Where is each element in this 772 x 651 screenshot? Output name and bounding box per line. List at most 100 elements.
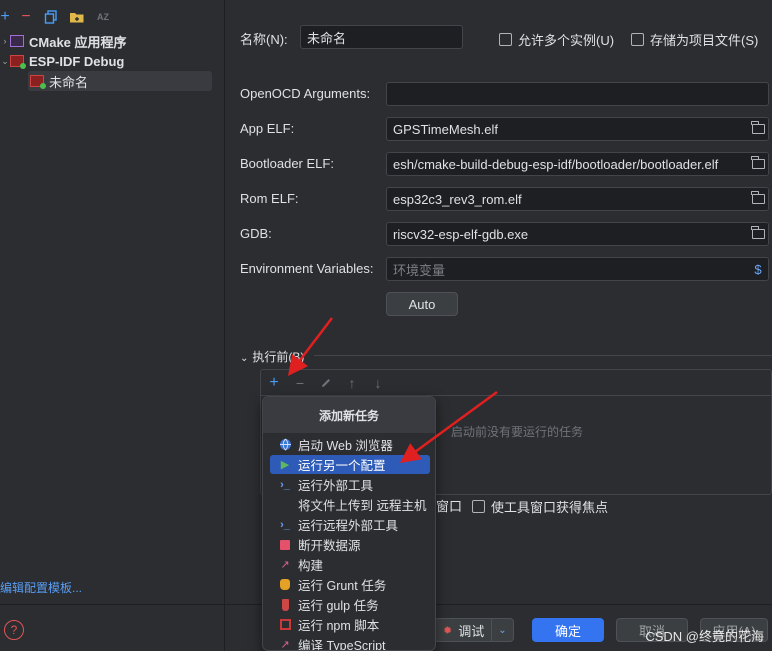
watermark: CSDN @终竟的花海 (645, 629, 764, 644)
ok-button[interactable]: 确定 (532, 618, 604, 642)
tree-item-label: 未命名 (49, 74, 89, 90)
env-vars-placeholder: 环境变量 (393, 262, 446, 278)
add-task-popup: 添加新任务 启动 Web 浏览器 ▶ 运行另一个配置 ›_ 运行外部工具 将文件… (262, 396, 436, 651)
esp-idf-icon (30, 75, 46, 89)
before-launch-title: 执行前(B) (252, 350, 305, 364)
chevron-down-icon[interactable]: ⌄ (491, 619, 513, 641)
dollar-icon[interactable]: $ (748, 258, 768, 280)
activate-tool-window-checkbox[interactable]: 使工具窗口获得焦点 (472, 497, 608, 516)
gdb-input[interactable]: riscv32-esp-elf-gdb.exe (386, 222, 769, 246)
hammer-icon: ↗ (280, 639, 290, 651)
popup-item-label: 启动 Web 浏览器 (298, 439, 393, 453)
checkbox-label: 允许多个实例(U) (518, 33, 615, 48)
popup-item-run-another-config[interactable]: ▶ 运行另一个配置 (270, 455, 430, 474)
show-window-label: 窗口 (436, 499, 463, 514)
env-vars-input[interactable]: 环境变量 $ (386, 257, 769, 281)
config-tree-panel: + − AZ › CMake 应用程序 ⌄ ESP-IDF Debug 未命名 … (0, 0, 225, 651)
grunt-icon (278, 578, 292, 592)
chevron-down-icon: ⌄ (1, 55, 9, 66)
popup-item-label: 运行外部工具 (298, 479, 374, 493)
popup-item-upload-remote[interactable]: 将文件上传到 远程主机 (270, 495, 430, 514)
stop-icon (278, 538, 292, 552)
checkbox-box[interactable] (472, 500, 485, 513)
globe-icon (278, 438, 292, 452)
popup-item-label: 编译 TypeScript (298, 639, 386, 651)
tree-item-unnamed[interactable]: 未命名 (28, 71, 212, 91)
tree-item-esp-idf[interactable]: ⌄ ESP-IDF Debug (0, 51, 212, 71)
folder-icon[interactable] (748, 223, 768, 245)
tree-item-label: ESP-IDF Debug (29, 53, 125, 69)
add-task-icon[interactable]: + (266, 374, 282, 391)
popup-item-gulp[interactable]: 运行 gulp 任务 (270, 595, 430, 614)
edit-task-icon[interactable] (318, 375, 334, 391)
chevron-right-icon: › (3, 36, 7, 46)
popup-item-external-tool[interactable]: ›_ 运行外部工具 (270, 475, 430, 494)
name-value: 未命名 (307, 30, 347, 46)
allow-multiple-checkbox[interactable]: 允许多个实例(U) (499, 30, 614, 49)
section-divider (314, 355, 772, 356)
tree-item-label: CMake 应用程序 (29, 34, 127, 50)
checkbox-label: 使工具窗口获得焦点 (491, 500, 609, 515)
tree-item-cmake[interactable]: › CMake 应用程序 (0, 31, 212, 51)
popup-item-label: 断开数据源 (298, 539, 361, 553)
gulp-icon (278, 598, 292, 612)
popup-item-typescript[interactable]: ↗ 编译 TypeScript (270, 635, 430, 651)
popup-item-grunt[interactable]: 运行 Grunt 任务 (270, 575, 430, 594)
bootloader-label: Bootloader ELF: (240, 156, 334, 171)
debug-button[interactable]: ✹ 调试 ⌄ (434, 618, 514, 642)
copy-icon[interactable] (42, 8, 60, 26)
popup-item-npm[interactable]: 运行 npm 脚本 (270, 615, 430, 634)
checkbox-label: 存储为项目文件(S) (650, 33, 759, 48)
bug-icon: ✹ (443, 624, 453, 637)
openocd-input[interactable] (386, 82, 769, 106)
popup-item-build[interactable]: ↗ 构建 (270, 555, 430, 574)
app-elf-input[interactable]: GPSTimeMesh.elf (386, 117, 769, 141)
edit-templates-link[interactable]: 编辑配置模板... (0, 579, 82, 596)
env-vars-label: Environment Variables: (240, 261, 374, 276)
checkbox-box[interactable] (631, 33, 644, 46)
name-input[interactable]: 未命名 (300, 25, 463, 49)
folder-icon[interactable] (748, 153, 768, 175)
gdb-label: GDB: (240, 226, 272, 241)
chevron-down-icon: ⌄ (240, 353, 249, 364)
rom-elf-value: esp32c3_rev3_rom.elf (393, 191, 522, 207)
popup-item-disconnect-datasource[interactable]: 断开数据源 (270, 535, 430, 554)
debug-label: 调试 (458, 623, 485, 639)
openocd-label: OpenOCD Arguments: (240, 86, 371, 101)
popup-item-label: 运行 Grunt 任务 (298, 579, 387, 593)
before-launch-empty: 启动前没有要运行的任务 (451, 425, 584, 439)
popup-title: 添加新任务 (263, 397, 435, 433)
move-up-icon[interactable]: ↑ (344, 375, 360, 391)
store-as-project-checkbox[interactable]: 存储为项目文件(S) (631, 30, 758, 49)
bootloader-input[interactable]: esh/cmake-build-debug-esp-idf/bootloader… (386, 152, 769, 176)
auto-button[interactable]: Auto (386, 292, 458, 316)
terminal-icon: ›_ (280, 518, 290, 531)
before-launch-header[interactable]: ⌄ 执行前(B) (240, 348, 304, 365)
help-icon[interactable]: ? (4, 620, 24, 640)
folder-icon[interactable] (748, 188, 768, 210)
esp-idf-icon (10, 55, 26, 69)
npm-icon (278, 618, 292, 632)
terminal-icon: ›_ (280, 478, 290, 491)
move-down-icon[interactable]: ↓ (370, 375, 386, 391)
folder-icon[interactable] (748, 118, 768, 140)
popup-item-label: 运行远程外部工具 (298, 519, 399, 533)
plus-icon[interactable]: + (0, 8, 14, 26)
minus-icon[interactable]: − (17, 8, 35, 26)
popup-item-web-browser[interactable]: 启动 Web 浏览器 (270, 435, 430, 454)
rom-elf-input[interactable]: esp32c3_rev3_rom.elf (386, 187, 769, 211)
new-folder-icon[interactable] (68, 8, 86, 26)
sort-alpha-icon[interactable]: AZ (94, 8, 112, 26)
before-launch-toolbar: + − ↑ ↓ (261, 370, 771, 396)
popup-item-remote-tool[interactable]: ›_ 运行远程外部工具 (270, 515, 430, 534)
hammer-icon: ↗ (280, 559, 290, 571)
blank-icon (278, 498, 292, 512)
app-elf-value: GPSTimeMesh.elf (393, 121, 498, 137)
app-elf-label: App ELF: (240, 121, 295, 136)
play-icon: ▶ (280, 459, 290, 471)
remove-task-icon[interactable]: − (292, 375, 308, 391)
name-label: 名称(N): (240, 32, 288, 47)
popup-item-label: 将文件上传到 远程主机 (298, 499, 427, 513)
checkbox-box[interactable] (499, 33, 512, 46)
popup-item-label: 运行另一个配置 (298, 459, 386, 473)
